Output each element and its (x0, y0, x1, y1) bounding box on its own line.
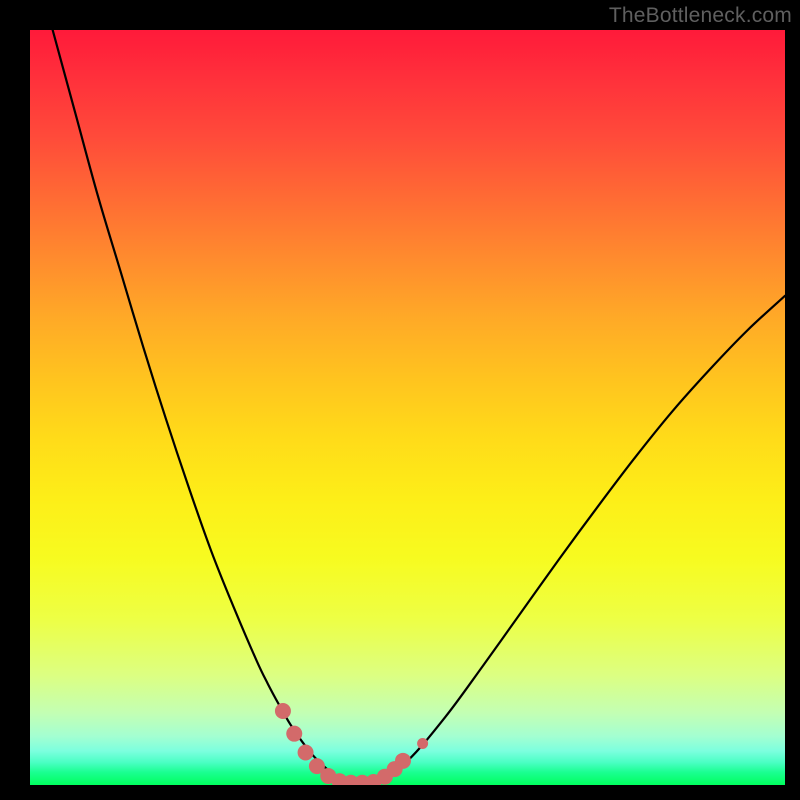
marker-dot (417, 738, 428, 749)
marker-dot (298, 745, 314, 761)
highlight-markers (30, 30, 785, 785)
plot-area (30, 30, 785, 785)
marker-dot (395, 753, 411, 769)
marker-dot (286, 726, 302, 742)
marker-dot (275, 703, 291, 719)
chart-frame: TheBottleneck.com (0, 0, 800, 800)
watermark-text: TheBottleneck.com (609, 4, 792, 28)
